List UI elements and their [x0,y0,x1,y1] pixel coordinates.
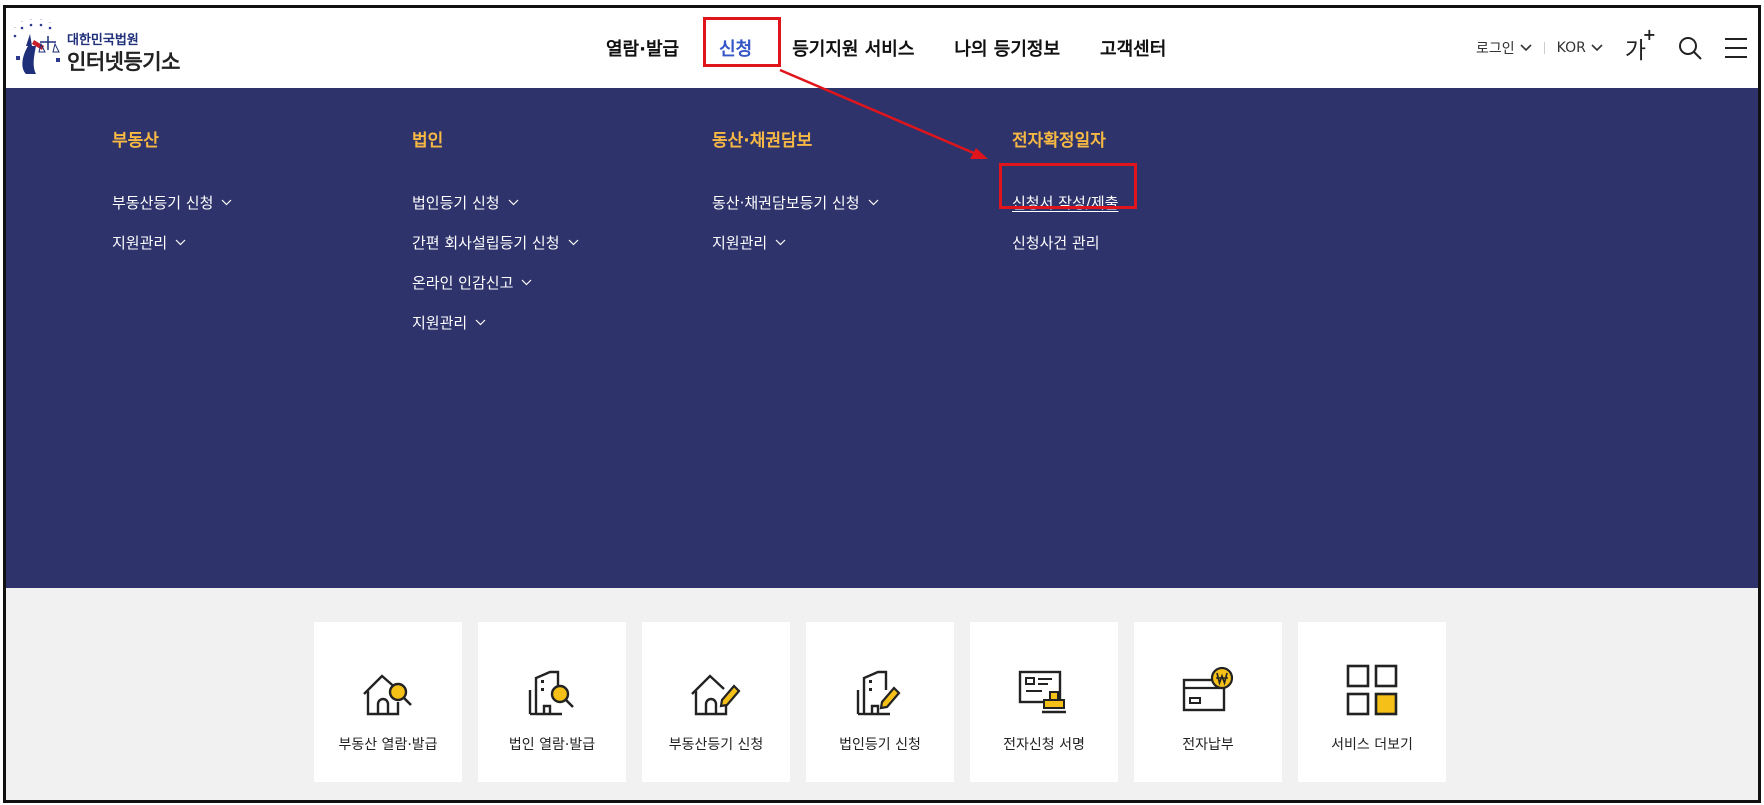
quick-card-label: 전자신청 서명 [1003,737,1085,753]
quick-card-label: 법인등기 신청 [839,737,921,753]
quick-service-section: 부동산 열람·발급 법인 열람·발급 부동산등기 신청 법인등기 신청 전자신청… [6,588,1758,800]
menu-item-support-manage[interactable]: 지원관리 [712,222,879,262]
login-dropdown[interactable]: 로그인 [1476,38,1532,58]
menu-column-title: 전자확정일자 [1012,131,1106,151]
highlight-box-menu-item [999,163,1137,209]
quick-card-corporation-apply[interactable]: 법인등기 신청 [806,622,954,782]
menu-item-corporation-apply[interactable]: 법인등기 신청 [412,182,579,222]
quick-card-real-estate-view[interactable]: 부동산 열람·발급 [314,622,462,782]
page-frame: · · · · · 대한민국법원 인터넷등기소 열람·발급 신청 등기지원 서비… [3,5,1761,803]
menu-column-title: 부동산 [112,131,159,151]
chevron-down-icon [175,239,186,245]
quick-service-cards: 부동산 열람·발급 법인 열람·발급 부동산등기 신청 법인등기 신청 전자신청… [314,622,1462,782]
chevron-down-icon [221,199,232,205]
menu-list: 동산·채권담보등기 신청 지원관리 [712,182,879,262]
hamburger-menu-icon [1725,38,1747,58]
menu-item-label: 신청사건 관리 [1012,233,1100,252]
chevron-down-icon [1591,44,1603,52]
menu-button[interactable] [1724,37,1748,59]
house-pen-icon [691,674,741,716]
menu-item-simple-company-setup[interactable]: 간편 회사설립등기 신청 [412,222,579,262]
menu-item-movable-collateral-apply[interactable]: 동산·채권담보등기 신청 [712,182,879,222]
chevron-down-icon [775,239,786,245]
site-logo[interactable]: · · · · · 대한민국법원 인터넷등기소 [12,16,192,80]
svg-text:·: · [21,19,23,26]
quick-card-label: 서비스 더보기 [1331,737,1413,753]
divider [1543,42,1545,54]
chevron-down-icon [1520,44,1532,52]
menu-column-title: 동산·채권담보 [712,131,813,151]
logo-title: 인터넷등기소 [67,50,180,74]
quick-card-label: 법인 열람·발급 [508,737,596,753]
quick-card-label: 부동산등기 신청 [668,737,764,753]
menu-item-label: 간편 회사설립등기 신청 [412,233,560,252]
quick-card-label: 부동산 열람·발급 [338,737,438,753]
quick-card-e-sign[interactable]: 전자신청 서명 [970,622,1118,782]
menu-item-label: 지원관리 [412,313,468,332]
quick-card-e-payment[interactable]: 전자납부 [1134,622,1282,782]
login-label: 로그인 [1476,41,1515,57]
menu-list: 부동산등기 신청 지원관리 [112,182,232,262]
menu-item-support-manage[interactable]: 지원관리 [112,222,232,262]
utility-bar: 로그인 KOR 가 + [1476,8,1758,88]
search-button[interactable] [1678,36,1702,60]
highlight-box-nav-apply [703,17,781,67]
menu-column-title: 법인 [412,131,444,151]
menu-item-label: 동산·채권담보등기 신청 [712,193,860,212]
nav-support-service[interactable]: 등기지원 서비스 [792,35,914,61]
building-pen-icon [856,670,901,716]
chevron-down-icon [521,279,532,285]
search-icon [1679,37,1702,60]
quick-card-label: 전자납부 [1182,737,1234,753]
document-stamp-icon [1018,670,1066,714]
quick-card-real-estate-apply[interactable]: 부동산등기 신청 [642,622,790,782]
house-search-icon [363,674,412,716]
menu-item-real-estate-apply[interactable]: 부동산등기 신청 [112,182,232,222]
language-label: KOR [1556,40,1586,56]
building-search-icon [528,670,574,716]
chevron-down-icon [508,199,519,205]
nav-view-issue[interactable]: 열람·발급 [606,35,679,61]
menu-item-label: 온라인 인감신고 [412,273,514,292]
font-size-button[interactable]: 가 + [1625,25,1656,65]
svg-text:·: · [30,17,32,24]
chevron-down-icon [475,319,486,325]
svg-text:·: · [40,17,42,24]
language-dropdown[interactable]: KOR [1557,40,1603,56]
quick-card-more-services[interactable]: 서비스 더보기 [1298,622,1446,782]
menu-item-online-seal-report[interactable]: 온라인 인감신고 [412,262,579,302]
menu-item-label: 법인등기 신청 [412,193,500,212]
main-nav: 열람·발급 신청 등기지원 서비스 나의 등기정보 고객센터 [606,8,1206,88]
menu-list: 법인등기 신청 간편 회사설립등기 신청 온라인 인감신고 지원관리 [412,182,579,342]
grid-more-icon [1346,664,1398,716]
svg-text:·: · [14,25,16,32]
header: · · · · · 대한민국법원 인터넷등기소 열람·발급 신청 등기지원 서비… [6,8,1758,88]
quick-card-corporation-view[interactable]: 법인 열람·발급 [478,622,626,782]
chevron-down-icon [868,199,878,205]
menu-item-application-case-manage[interactable]: 신청사건 관리 [1012,222,1118,262]
chevron-down-icon [568,239,578,245]
nav-customer-center[interactable]: 고객센터 [1100,35,1166,61]
svg-text:·: · [49,20,51,27]
menu-item-label: 지원관리 [112,233,168,252]
court-emblem-icon: · · · · · [13,17,60,74]
nav-my-registry-info[interactable]: 나의 등기정보 [954,35,1060,61]
won-payment-icon [1182,666,1234,712]
menu-item-label: 지원관리 [712,233,768,252]
menu-item-label: 부동산등기 신청 [112,193,214,212]
mega-menu-panel: 부동산 부동산등기 신청 지원관리 법인 법인등기 신청 간편 회사설립등기 신… [6,88,1758,588]
font-plus-label: + [1642,25,1656,44]
menu-item-support-manage[interactable]: 지원관리 [412,302,579,342]
